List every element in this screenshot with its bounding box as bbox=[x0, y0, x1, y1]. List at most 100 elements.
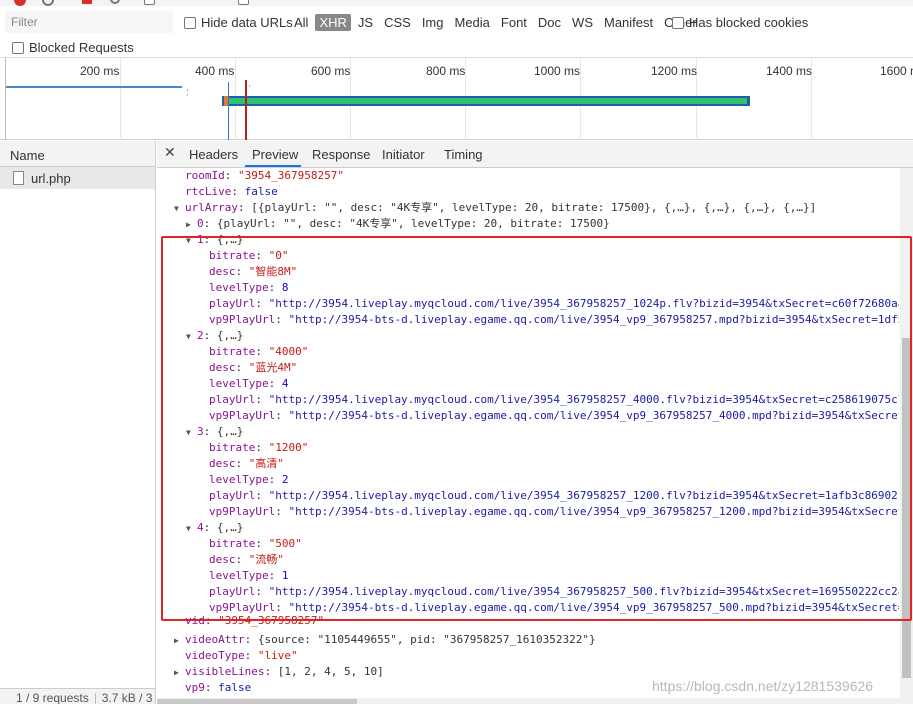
has-blocked-cookies-checkbox[interactable] bbox=[672, 16, 684, 29]
property-value: "http://3954.liveplay.myqcloud.com/live/… bbox=[268, 489, 898, 502]
property-key: vp9PlayUrl bbox=[209, 409, 276, 422]
load-event-line bbox=[245, 80, 247, 140]
tree-row: levelType: 4 bbox=[209, 377, 289, 390]
expand-right-icon[interactable]: ▶ bbox=[186, 217, 197, 233]
property-key: playUrl bbox=[209, 393, 256, 406]
hide-data-urls-option[interactable]: Hide data URLs bbox=[184, 15, 293, 30]
property-value: "http://3954-bts-d.liveplay.egame.qq.com… bbox=[288, 409, 899, 422]
tree-row[interactable]: ▶ videoAttr: {source: "1105449655", pid: … bbox=[174, 632, 596, 648]
property-key: videoAttr bbox=[185, 633, 245, 646]
tree-row-item[interactable]: ▼ 1: {,…} bbox=[186, 232, 243, 248]
expand-down-icon[interactable]: ▼ bbox=[186, 521, 197, 537]
tab-initiator[interactable]: Initiator bbox=[382, 147, 425, 162]
tree-row: levelType: 2 bbox=[209, 473, 289, 486]
blocked-requests-option[interactable]: Blocked Requests bbox=[12, 40, 134, 55]
vertical-scrollbar-thumb[interactable] bbox=[902, 338, 911, 678]
expand-right-icon[interactable]: ▶ bbox=[174, 665, 185, 681]
property-value: "3954_367958257" bbox=[238, 169, 344, 182]
has-blocked-cookies-option[interactable]: Has blocked cookies bbox=[672, 15, 808, 30]
document-icon bbox=[13, 171, 24, 185]
tree-row-item[interactable]: ▶ 0: {playUrl: "", desc: "4K专享", levelTyp… bbox=[186, 216, 610, 232]
filter-bar: Hide data URLs All XHR JS CSS Img Media … bbox=[0, 6, 913, 36]
property-key: levelType bbox=[209, 473, 269, 486]
expand-down-icon[interactable]: ▼ bbox=[174, 201, 185, 217]
filter-funnel-icon[interactable] bbox=[82, 0, 92, 4]
domcontentloaded-line bbox=[228, 82, 229, 140]
hide-data-urls-label: Hide data URLs bbox=[201, 15, 293, 30]
property-value: "0" bbox=[268, 249, 289, 262]
tree-row-item[interactable]: ▼ 2: {,…} bbox=[186, 328, 243, 344]
expand-down-icon[interactable]: ▼ bbox=[186, 425, 197, 441]
type-filter-font[interactable]: Font bbox=[497, 14, 531, 31]
property-key: levelType bbox=[209, 377, 269, 390]
timeline-tick: 800 ms bbox=[426, 64, 466, 78]
name-column-header[interactable]: Name bbox=[0, 141, 155, 167]
type-filter-ws[interactable]: WS bbox=[568, 14, 597, 31]
property-value: {,…} bbox=[216, 521, 244, 534]
property-value: 8 bbox=[281, 281, 289, 294]
hide-data-urls-checkbox[interactable] bbox=[184, 16, 196, 29]
timeline-tick: 200 ms bbox=[80, 64, 120, 78]
request-row[interactable]: url.php bbox=[0, 167, 155, 189]
tree-row: vid: "3954_367958257" bbox=[185, 614, 325, 627]
tree-row: bitrate: "4000" bbox=[209, 345, 309, 358]
type-filter-manifest[interactable]: Manifest bbox=[600, 14, 657, 31]
type-filter-img[interactable]: Img bbox=[418, 14, 448, 31]
tree-row: bitrate: "500" bbox=[209, 537, 302, 550]
tree-row: rtcLive: false bbox=[185, 185, 278, 198]
tree-row[interactable]: ▶ visibleLines: [1, 2, 4, 5, 10] bbox=[174, 664, 384, 680]
type-filter-xhr[interactable]: XHR bbox=[315, 14, 351, 31]
tree-row-item[interactable]: ▼ 3: {,…} bbox=[186, 424, 243, 440]
tree-row: vp9: false bbox=[185, 681, 252, 694]
timeline-dot-marks: · bbox=[248, 82, 251, 92]
disable-cache-checkbox[interactable] bbox=[238, 0, 249, 5]
tab-response[interactable]: Response bbox=[312, 147, 371, 162]
property-key: playUrl bbox=[209, 489, 256, 502]
property-value: 2 bbox=[281, 473, 289, 486]
tree-row: bitrate: "1200" bbox=[209, 441, 309, 454]
type-filter-all[interactable]: All bbox=[290, 14, 312, 31]
property-value: {,…} bbox=[216, 329, 244, 342]
type-filter-css[interactable]: CSS bbox=[380, 14, 415, 31]
tree-row: playUrl: "http://3954.liveplay.myqcloud.… bbox=[209, 489, 898, 502]
blocked-requests-checkbox[interactable] bbox=[12, 41, 24, 54]
tab-timing[interactable]: Timing bbox=[444, 147, 483, 162]
timeline-left-edge bbox=[5, 58, 6, 140]
filter-input[interactable] bbox=[5, 11, 173, 33]
property-value: "蓝光4M" bbox=[248, 361, 298, 374]
type-filter-media[interactable]: Media bbox=[450, 14, 493, 31]
blocked-requests-label: Blocked Requests bbox=[29, 40, 134, 55]
json-preview[interactable]: roomId: "3954_367958257" rtcLive: false … bbox=[157, 168, 899, 704]
tab-preview[interactable]: Preview bbox=[252, 147, 298, 162]
property-value: {playUrl: "", desc: "4K专享", levelType: 2… bbox=[216, 217, 610, 230]
property-value: "流畅" bbox=[248, 553, 284, 566]
tree-row: roomId: "3954_367958257" bbox=[185, 169, 344, 182]
expand-right-icon[interactable]: ▶ bbox=[174, 633, 185, 649]
search-icon[interactable] bbox=[110, 0, 120, 4]
horizontal-scrollbar-thumb[interactable] bbox=[157, 699, 357, 704]
property-key: 0 bbox=[197, 217, 204, 230]
timeline-tick: 1600 m bbox=[880, 64, 913, 78]
property-key: desc bbox=[209, 361, 236, 374]
close-icon[interactable]: ✕ bbox=[164, 145, 176, 161]
tree-row-item[interactable]: ▼ 4: {,…} bbox=[186, 520, 243, 536]
tree-row: playUrl: "http://3954.liveplay.myqcloud.… bbox=[209, 296, 899, 312]
timeline-tick: 600 ms bbox=[311, 64, 351, 78]
property-key: playUrl bbox=[209, 297, 256, 310]
tab-headers[interactable]: Headers bbox=[189, 147, 238, 162]
timeline-dot-marks: · · bbox=[186, 86, 189, 101]
preserve-log-checkbox[interactable] bbox=[144, 0, 155, 5]
timeline-overview[interactable]: 200 ms 400 ms 600 ms 800 ms 1000 ms 1200… bbox=[0, 58, 913, 140]
tree-row-urlarray[interactable]: ▼ urlArray: [{playUrl: "", desc: "4K专享", … bbox=[174, 200, 816, 216]
property-key: 1 bbox=[197, 233, 204, 246]
request-count: 1 / 9 requests bbox=[16, 691, 89, 704]
type-filter-js[interactable]: JS bbox=[354, 14, 377, 31]
watermark: https://blog.csdn.net/zy1281539626 bbox=[652, 678, 874, 694]
expand-down-icon[interactable]: ▼ bbox=[186, 233, 197, 249]
blocked-requests-bar: Blocked Requests bbox=[0, 36, 913, 58]
tree-row: desc: "高清" bbox=[209, 457, 284, 470]
type-filter-doc[interactable]: Doc bbox=[534, 14, 565, 31]
property-key: roomId bbox=[185, 169, 225, 182]
property-key: levelType bbox=[209, 569, 269, 582]
expand-down-icon[interactable]: ▼ bbox=[186, 329, 197, 345]
